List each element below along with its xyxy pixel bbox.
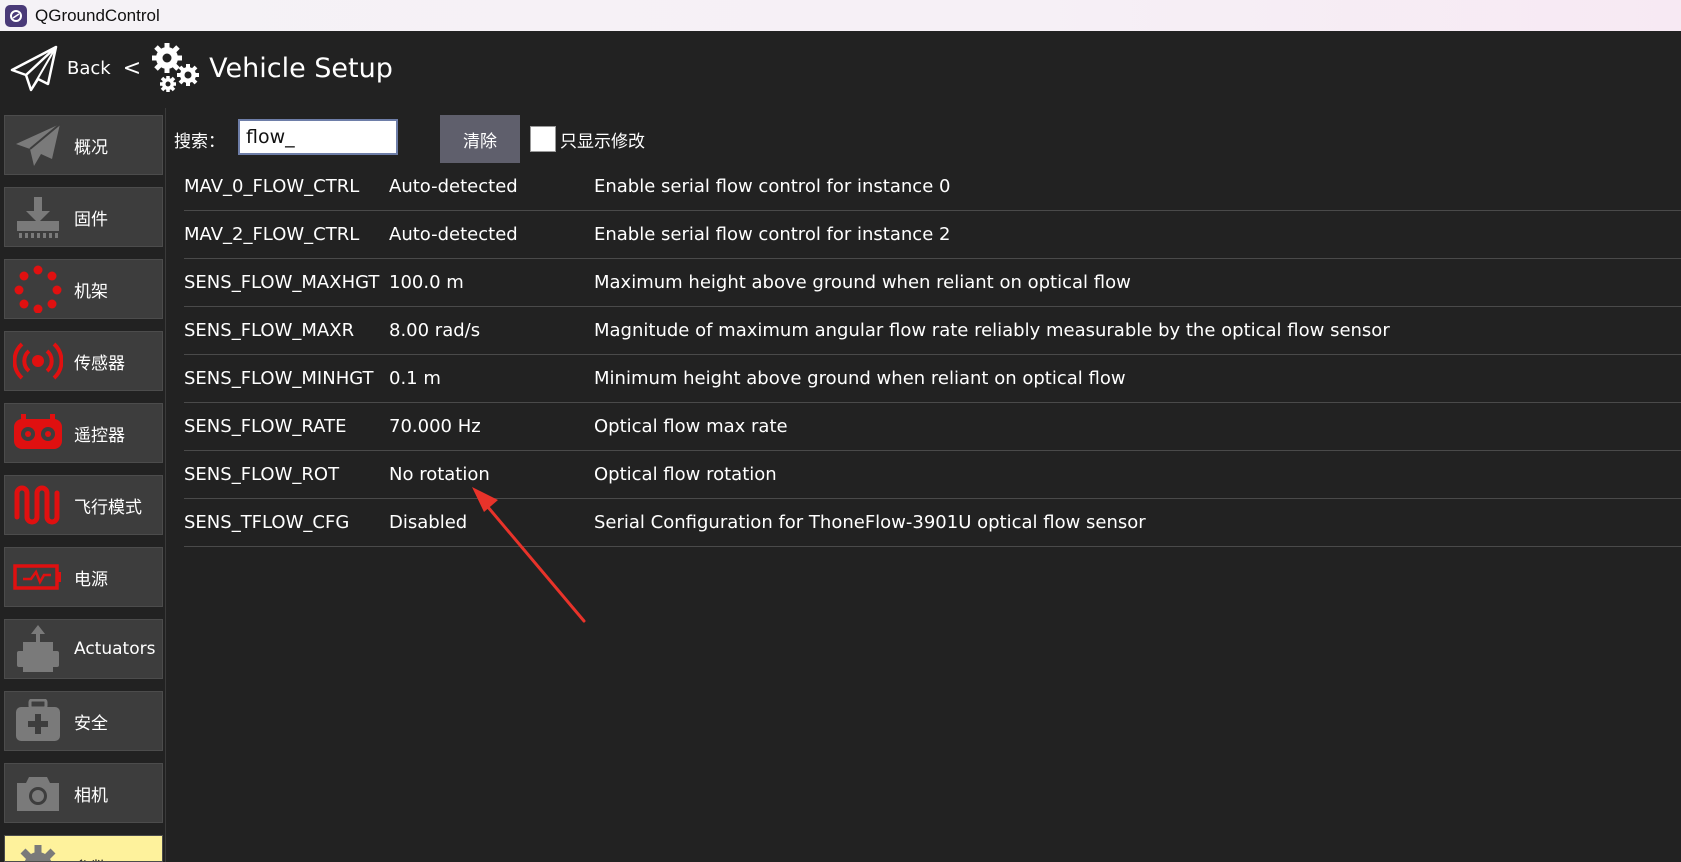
param-value: 70.000 Hz [389,416,481,437]
wave-icon [13,480,63,530]
radio-waves-icon [13,336,63,386]
frame-dots-icon [13,264,63,314]
breadcrumb-separator: < [122,55,142,81]
back-label: Back [67,57,111,79]
remote-control-icon [13,408,63,458]
sidebar-item-label: 电源 [74,569,108,590]
param-name: SENS_FLOW_MINHGT [184,368,374,389]
sidebar-divider [165,108,166,862]
sidebar-item-label: 固件 [74,209,108,230]
param-name: SENS_FLOW_RATE [184,416,347,437]
param-description: Enable serial flow control for instance … [594,224,951,245]
table-row[interactable]: MAV_0_FLOW_CTRL Auto-detected Enable ser… [184,163,1681,211]
first-aid-icon [13,696,63,746]
param-value: 0.1 m [389,368,441,389]
param-description: Optical flow max rate [594,416,788,437]
sidebar-item-radio[interactable]: 遥控器 [4,403,163,463]
param-value: Auto-detected [389,176,518,197]
table-row[interactable]: SENS_TFLOW_CFG Disabled Serial Configura… [184,499,1681,547]
table-row[interactable]: SENS_FLOW_ROT No rotation Optical flow r… [184,451,1681,499]
param-description: Maximum height above ground when reliant… [594,272,1131,293]
search-input[interactable] [238,119,398,155]
sidebar-item-label: Actuators [74,639,156,659]
parameter-search-bar: 搜索： 清除 只显示修改 [174,115,645,163]
sidebar-item-label: 遥控器 [74,425,125,446]
sidebar-item-airframe[interactable]: 机架 [4,259,163,319]
sidebar-item-label: 相机 [74,785,108,806]
table-row[interactable]: SENS_FLOW_RATE 70.000 Hz Optical flow ma… [184,403,1681,451]
param-value: 8.00 rad/s [389,320,481,341]
clear-button[interactable]: 清除 [440,115,520,163]
param-name: SENS_FLOW_MAXR [184,320,355,341]
sidebar-item-power[interactable]: 电源 [4,547,163,607]
window-title: QGroundControl [35,5,160,25]
download-icon [13,192,63,242]
param-description: Magnitude of maximum angular flow rate r… [594,320,1390,341]
search-label: 搜索： [174,131,225,152]
sidebar-item-parameters[interactable]: 参数 [4,835,163,862]
param-value: Auto-detected [389,224,518,245]
actuator-icon [13,624,63,674]
paper-plane-icon [10,45,58,92]
param-description: Optical flow rotation [594,464,777,485]
table-row[interactable]: SENS_FLOW_MINHGT 0.1 m Minimum height ab… [184,355,1681,403]
gear-icon [13,841,63,861]
gears-icon [152,43,200,92]
param-name: SENS_FLOW_ROT [184,464,340,485]
sidebar-item-label: 参数 [74,854,108,861]
qgc-app-icon [5,4,27,27]
window-titlebar: QGroundControl [0,0,1681,31]
param-name: MAV_0_FLOW_CTRL [184,176,360,197]
page-title: Vehicle Setup [209,52,393,84]
back-button[interactable]: Back [0,43,111,93]
plane-icon [13,120,63,170]
param-name: MAV_2_FLOW_CTRL [184,224,360,245]
param-name: SENS_FLOW_MAXHGT [184,272,380,293]
param-value: No rotation [389,464,490,485]
show-modified-label: 只显示修改 [560,132,645,152]
table-row[interactable]: MAV_2_FLOW_CTRL Auto-detected Enable ser… [184,211,1681,259]
sidebar-item-label: 机架 [74,281,108,302]
param-description: Serial Configuration for ThoneFlow-3901U… [594,512,1146,533]
battery-icon [13,552,63,602]
camera-icon [13,768,63,818]
param-name: SENS_TFLOW_CFG [184,512,350,533]
toolbar-header: Back < Vehicle Setup [0,31,1681,105]
sidebar-item-sensors[interactable]: 传感器 [4,331,163,391]
sidebar-item-label: 概况 [74,137,108,158]
sidebar-item-safety[interactable]: 安全 [4,691,163,751]
show-modified-checkbox[interactable] [530,126,556,152]
param-value: 100.0 m [389,272,464,293]
sidebar-item-camera[interactable]: 相机 [4,763,163,823]
param-description: Minimum height above ground when reliant… [594,368,1126,389]
sidebar-item-label: 传感器 [74,353,125,374]
sidebar-item-flight-modes[interactable]: 飞行模式 [4,475,163,535]
sidebar-item-label: 飞行模式 [74,497,142,518]
parameter-list: MAV_0_FLOW_CTRL Auto-detected Enable ser… [184,163,1681,547]
sidebar-item-firmware[interactable]: 固件 [4,187,163,247]
table-row[interactable]: SENS_FLOW_MAXHGT 100.0 m Maximum height … [184,259,1681,307]
param-value: Disabled [389,512,468,533]
sidebar-item-actuators[interactable]: Actuators [4,619,163,679]
sidebar-item-summary[interactable]: 概况 [4,115,163,175]
table-row[interactable]: SENS_FLOW_MAXR 8.00 rad/s Magnitude of m… [184,307,1681,355]
param-description: Enable serial flow control for instance … [594,176,951,197]
sidebar-item-label: 安全 [74,713,108,734]
